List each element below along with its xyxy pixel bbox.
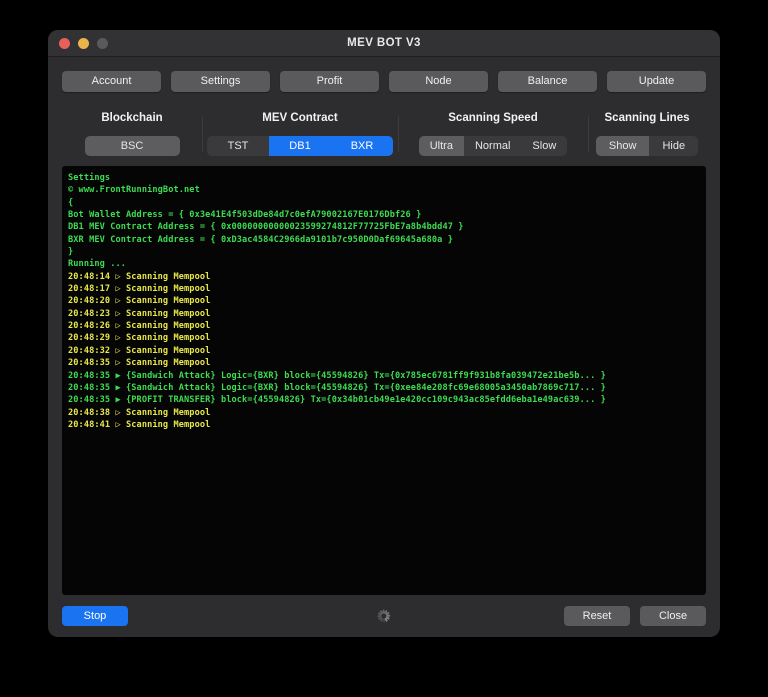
close-button[interactable]: Close [640, 606, 706, 626]
mev-contract-segmented-control: TST DB1 BXR [207, 136, 393, 156]
blockchain-segmented-control: BSC [84, 136, 180, 156]
stop-button[interactable]: Stop [62, 606, 128, 626]
terminal-line: 20:48:14 ▷ Scanning Mempool [68, 271, 211, 282]
option-group-scanning-lines: Scanning Lines Show Hide [588, 112, 706, 156]
terminal-line: 20:48:35 ▶ {Sandwich Attack} Logic={BXR}… [68, 370, 606, 381]
nav-button-update[interactable]: Update [607, 71, 706, 92]
traffic-light-group [48, 37, 108, 49]
scanning-lines-group-label: Scanning Lines [604, 112, 690, 124]
terminal-line: 20:48:23 ▷ Scanning Mempool [68, 308, 211, 319]
title-bar: MEV BOT V3 [48, 30, 720, 57]
scanning-lines-option-hide[interactable]: Hide [649, 136, 698, 156]
terminal-line: BXR MEV Contract Address = { 0xD3ac4584C… [68, 234, 453, 245]
scanning-speed-group-label: Scanning Speed [448, 112, 538, 124]
terminal-line: { [68, 197, 74, 208]
loading-spinner-icon [377, 609, 391, 623]
options-row: Blockchain BSC MEV Contract TST DB1 BXR … [48, 104, 720, 166]
nav-button-profit[interactable]: Profit [280, 71, 379, 92]
mev-contract-option-db1[interactable]: DB1 [269, 136, 331, 156]
close-window-icon[interactable] [59, 37, 70, 49]
mev-contract-option-bxr[interactable]: BXR [331, 136, 393, 156]
terminal-line: } [68, 247, 74, 258]
scanning-speed-segmented-control: Ultra Normal Slow [418, 136, 568, 156]
scanning-speed-option-ultra[interactable]: Ultra [418, 136, 464, 156]
terminal-panel[interactable]: Settings © www.FrontRunningBot.net{ Bot Wa… [62, 166, 706, 595]
blockchain-group-label: Blockchain [101, 112, 163, 124]
terminal-line: 20:48:26 ▷ Scanning Mempool [68, 321, 211, 332]
terminal-line: 20:48:35 ▶ {PROFIT TRANSFER} block={4559… [68, 395, 606, 406]
window-title: MEV BOT V3 [347, 37, 421, 49]
terminal-line: 20:48:29 ▷ Scanning Mempool [68, 333, 211, 344]
nav-button-node[interactable]: Node [389, 71, 488, 92]
scanning-speed-option-slow[interactable]: Slow [521, 136, 567, 156]
scanning-lines-option-show[interactable]: Show [595, 136, 650, 156]
terminal-line: 20:48:38 ▷ Scanning Mempool [68, 407, 211, 418]
app-window: MEV BOT V3 Account Settings Profit Node … [48, 30, 720, 637]
mev-contract-option-tst[interactable]: TST [207, 136, 269, 156]
terminal-line: 20:48:20 ▷ Scanning Mempool [68, 296, 211, 307]
scanning-lines-segmented-control: Show Hide [595, 136, 699, 156]
terminal-line: Settings [68, 173, 111, 183]
terminal-line: 20:48:32 ▷ Scanning Mempool [68, 345, 211, 356]
nav-button-bar: Account Settings Profit Node Balance Upd… [48, 57, 720, 104]
nav-button-settings[interactable]: Settings [171, 71, 270, 92]
reset-button[interactable]: Reset [564, 606, 630, 626]
option-group-blockchain: Blockchain BSC [62, 112, 202, 156]
terminal-line: DB1 MEV Contract Address = { 0x000000000… [68, 222, 464, 233]
scanning-speed-option-normal[interactable]: Normal [464, 136, 521, 156]
terminal-log-output: Settings © www.FrontRunningBot.net{ Bot Wa… [62, 166, 706, 595]
option-group-scanning-speed: Scanning Speed Ultra Normal Slow [398, 112, 588, 156]
mev-contract-group-label: MEV Contract [262, 112, 338, 124]
terminal-line: 20:48:35 ▶ {Sandwich Attack} Logic={BXR}… [68, 382, 606, 393]
terminal-line: Running ... [68, 259, 127, 270]
nav-button-balance[interactable]: Balance [498, 71, 597, 92]
terminal-line: Bot Wallet Address = { 0x3e41E4f503dDe84… [68, 210, 422, 221]
minimize-window-icon[interactable] [78, 37, 89, 49]
footer-bar: Stop Reset Close [48, 595, 720, 637]
terminal-line: © www.FrontRunningBot.net [68, 185, 200, 196]
terminal-line: 20:48:35 ▷ Scanning Mempool [68, 358, 211, 369]
zoom-window-icon[interactable] [97, 37, 108, 49]
terminal-line: 20:48:41 ▷ Scanning Mempool [68, 419, 211, 430]
option-group-mev-contract: MEV Contract TST DB1 BXR [202, 112, 398, 156]
nav-button-account[interactable]: Account [62, 71, 161, 92]
terminal-line: 20:48:17 ▷ Scanning Mempool [68, 284, 211, 295]
blockchain-option-bsc[interactable]: BSC [84, 136, 180, 156]
footer-right-buttons: Reset Close [564, 606, 706, 626]
